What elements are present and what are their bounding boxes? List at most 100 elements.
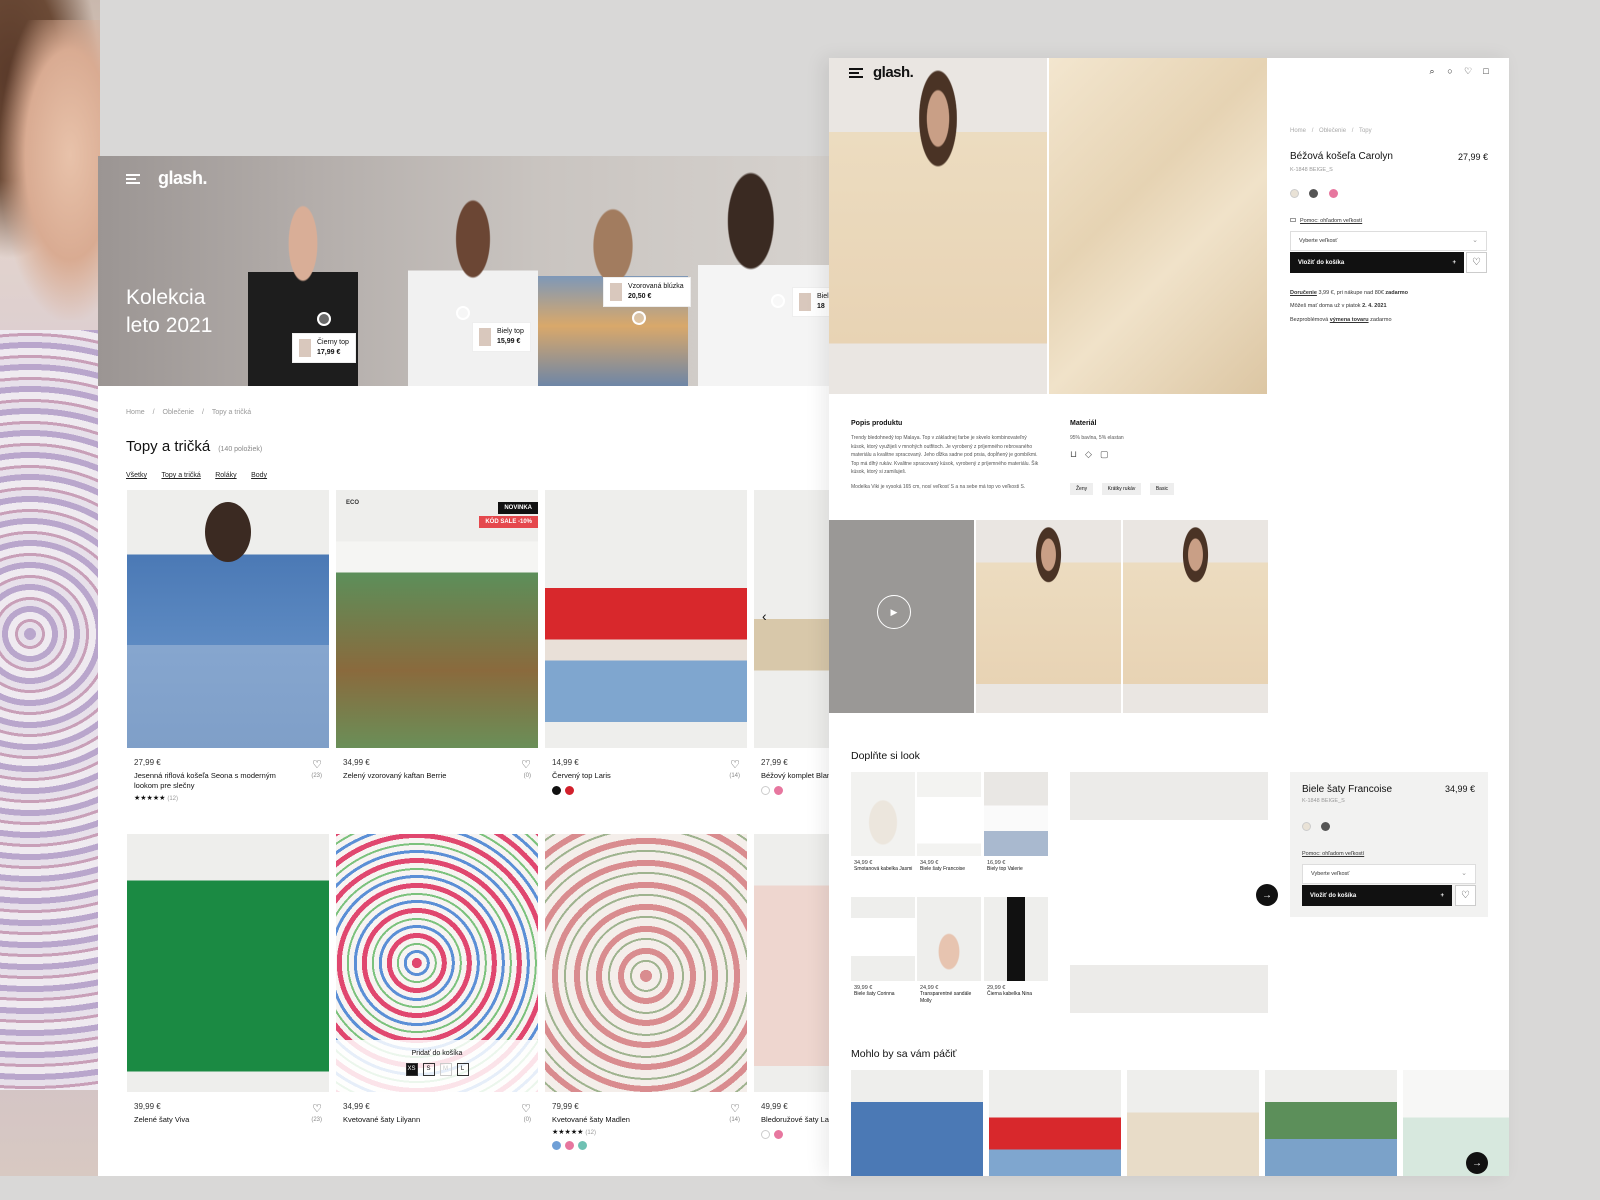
breadcrumb-link[interactable]: Home [126,409,145,416]
swatch-teal[interactable] [578,1141,587,1150]
swatch-white[interactable] [761,1130,770,1139]
swatch-grey[interactable] [1309,189,1319,198]
recommended-product[interactable] [1403,1070,1509,1176]
swatch-pink[interactable] [774,786,783,795]
filter-tops[interactable]: Topy a tričká [161,472,200,479]
brand-logo[interactable]: glash. [873,64,914,81]
product-photo[interactable] [976,520,1121,713]
size-help-link[interactable]: Pomoc: ohľadom veľkostí [1290,217,1362,225]
product-name[interactable]: Zelené šaty Viva [127,1115,277,1125]
product-name[interactable]: Kvetované šaty Madlen [545,1115,695,1125]
swatch-beige[interactable] [1302,822,1311,831]
heart-icon[interactable]: ♡ [1463,66,1473,76]
look-item[interactable]: 29,99 € Čierna kabelka Nina [984,897,1048,998]
recommended-product[interactable] [1127,1070,1259,1176]
product-video[interactable]: ▶ [829,520,974,713]
product-tag[interactable]: Biely top 15,99 € [472,322,531,352]
brand-logo[interactable]: glash. [158,168,208,189]
swatch-red[interactable] [565,786,574,795]
product-image[interactable] [127,834,329,1092]
product-tag[interactable]: Vzorovaná blúzka 20,50 € [603,277,691,307]
filter-all[interactable]: Všetky [126,472,147,479]
filter-bodysuits[interactable]: Body [251,472,267,479]
size-option[interactable]: M [439,1063,452,1076]
look-item[interactable]: 24,99 € Transparentné sandále Molly [917,897,981,1005]
filter-turtlenecks[interactable]: Roláky [215,472,236,479]
hotspot[interactable] [456,306,470,320]
product-image[interactable] [127,490,329,748]
tag-chip[interactable]: Krátky rukáv [1101,483,1142,495]
hotspot[interactable] [771,294,785,308]
menu-icon[interactable] [849,67,863,78]
product-name[interactable]: Bledoružové šaty La [754,1115,830,1125]
play-icon[interactable]: ▶ [877,595,911,629]
breadcrumb-link[interactable]: Home [1290,128,1306,134]
product-tag[interactable]: Čierny top 17,99 € [292,333,356,363]
size-select[interactable]: Vyberte veľkosť ⌄ [1290,231,1487,251]
look-item[interactable]: 39,99 € Biele šaty Corinna [851,897,915,998]
look-item[interactable]: 34,99 € Biele šaty Francoise [917,772,981,873]
product-name[interactable]: Zelený vzorovaný kaftan Berrie [336,771,486,781]
size-option[interactable]: L [456,1063,469,1076]
add-to-cart-button[interactable]: Vložiť do košíka + [1302,885,1452,906]
recommended-product[interactable] [851,1070,983,1176]
wishlist-button[interactable]: ♡ [1466,252,1487,273]
product-image[interactable]: ECO NOVINKA KÓD SALE -10% [336,490,538,748]
hotspot[interactable] [317,312,331,326]
size-select[interactable]: Vyberte veľkosť ⌄ [1302,864,1476,884]
product-name[interactable]: Jesenná riflová košeľa Seona s moderným … [127,771,277,791]
look-item[interactable]: 34,99 € Smotanová kabelka Jasmi [851,772,915,873]
add-to-cart-button[interactable]: Vložiť do košíka + [1290,252,1464,273]
product-card[interactable]: ECO NOVINKA KÓD SALE -10% 34,99 € ♡ (0) … [336,490,538,781]
heart-icon[interactable]: ♡ [521,758,531,771]
swatch-blue[interactable] [552,1141,561,1150]
returns-link[interactable]: výmena tovaru [1330,317,1369,323]
swatch-grey[interactable] [1321,822,1331,831]
size-option[interactable]: S [422,1063,435,1076]
next-arrow-button[interactable]: → [1256,884,1278,906]
product-card[interactable]: Pridať do košíka XS S M L 34,99 € ♡ (0) … [336,834,538,1125]
product-card[interactable]: 49,99 € Bledoružové šaty La [754,834,830,1139]
product-image[interactable]: ‹ [754,490,830,748]
menu-icon[interactable] [126,173,140,184]
product-image[interactable] [754,834,830,1092]
product-name[interactable]: Červený top Laris [545,771,695,781]
product-photo-main[interactable] [829,58,1047,394]
swatch-pink[interactable] [565,1141,574,1150]
swatch-beige[interactable] [1290,189,1299,198]
product-name[interactable]: Béžový komplet Blan [754,771,830,781]
product-card[interactable]: 14,99 € ♡ (14) Červený top Laris [545,490,747,795]
heart-icon[interactable]: ♡ [312,1102,322,1115]
product-card[interactable]: ‹ 27,99 € Béžový komplet Blan [754,490,830,795]
product-photo-detail[interactable] [1049,58,1267,394]
heart-icon[interactable]: ♡ [730,1102,740,1115]
look-item[interactable]: 16,99 € Biely top Valerie [984,772,1048,873]
chevron-left-icon[interactable]: ‹ [762,608,767,624]
recommended-product[interactable] [1265,1070,1397,1176]
tag-chip[interactable]: Ženy [1070,483,1094,495]
next-arrow-button[interactable]: → [1466,1152,1488,1174]
swatch-pink[interactable] [774,1130,783,1139]
product-card[interactable]: 39,99 € ♡ (23) Zelené šaty Viva [127,834,329,1125]
search-icon[interactable]: ⌕ [1427,66,1437,76]
wishlist-button[interactable]: ♡ [1455,885,1476,906]
product-photo[interactable] [1123,520,1268,713]
breadcrumb-link[interactable]: Oblečenie [163,409,195,416]
product-image[interactable] [545,834,747,1092]
hotspot[interactable] [632,311,646,325]
product-card[interactable]: 79,99 € ♡ (14) Kvetované šaty Madlen ★★★… [545,834,747,1150]
product-image[interactable]: Pridať do košíka XS S M L [336,834,538,1092]
recommended-product[interactable] [989,1070,1121,1176]
product-card[interactable]: 27,99 € ♡ (23) Jesenná riflová košeľa Se… [127,490,329,802]
product-tag[interactable]: Biel 18 [792,287,830,317]
look-model-photo[interactable] [1070,772,1268,1013]
product-image[interactable] [545,490,747,748]
size-help-link[interactable]: Pomoc: ohľadom veľkostí [1302,850,1364,858]
product-name[interactable]: Kvetované šaty Lilyann [336,1115,486,1125]
swatch-pink[interactable] [1328,189,1338,198]
tag-chip[interactable]: Basic [1149,483,1175,495]
user-icon[interactable]: ○ [1445,66,1455,76]
heart-icon[interactable]: ♡ [730,758,740,771]
heart-icon[interactable]: ♡ [312,758,322,771]
breadcrumb-link[interactable]: Oblečenie [1319,128,1346,134]
